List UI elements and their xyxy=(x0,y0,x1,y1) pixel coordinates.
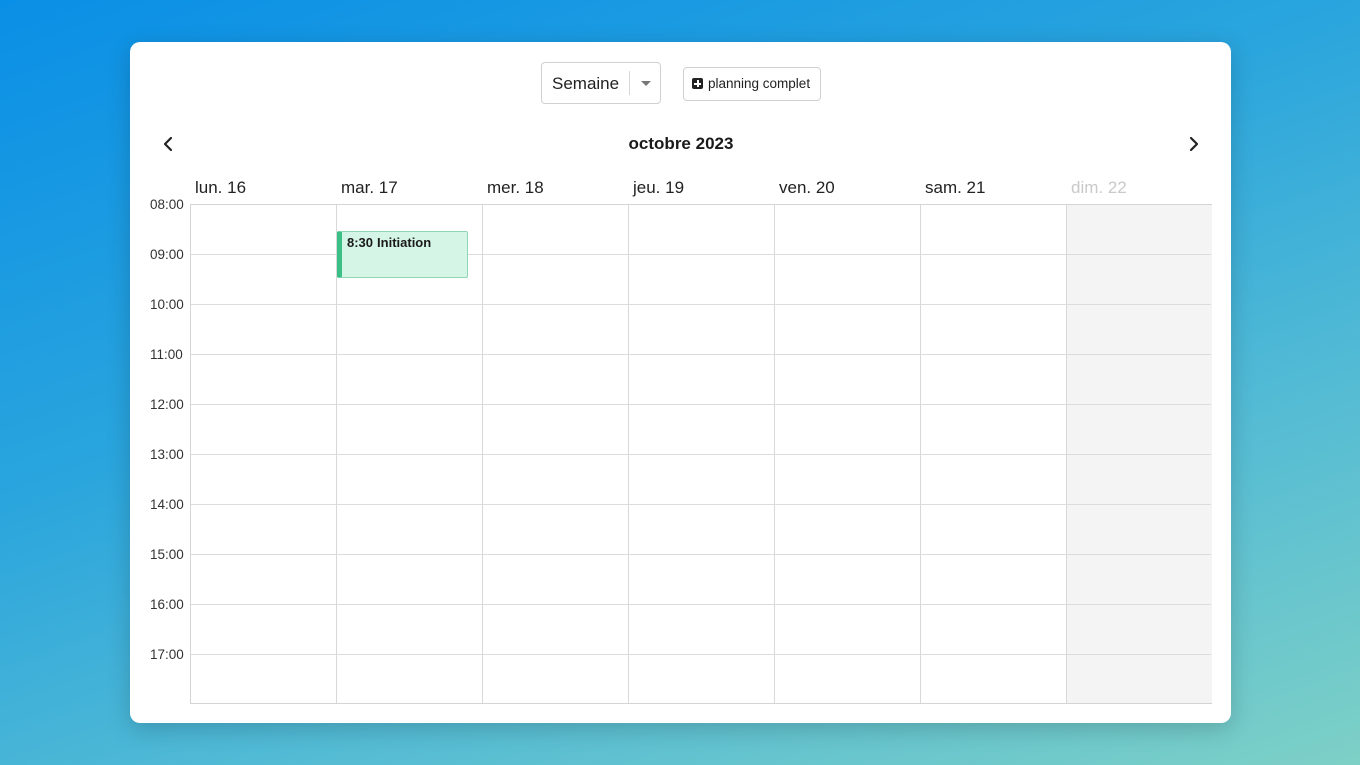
day-header-fri: ven. 20 xyxy=(779,178,835,197)
event-text: 8:30 Initiation xyxy=(347,235,431,250)
hour-line xyxy=(191,404,1211,405)
time-label: 08:00 xyxy=(150,197,184,212)
day-header-mon: lun. 16 xyxy=(195,178,247,197)
time-label: 12:00 xyxy=(150,397,184,412)
time-label: 09:00 xyxy=(150,247,184,262)
month-title: octobre 2023 xyxy=(628,134,734,153)
time-label: 11:00 xyxy=(150,347,183,362)
plus-square-icon xyxy=(692,78,703,89)
hour-line xyxy=(191,654,1211,655)
time-label: 14:00 xyxy=(150,497,184,512)
hour-line xyxy=(191,504,1211,505)
hour-line xyxy=(191,304,1211,305)
chevron-left-icon[interactable] xyxy=(158,134,178,154)
time-label: 13:00 xyxy=(150,447,184,462)
day-header-wed: mer. 18 xyxy=(487,178,544,197)
day-header-thu: jeu. 19 xyxy=(633,178,685,197)
chevron-right-icon[interactable] xyxy=(1184,134,1204,154)
chevron-down-icon[interactable] xyxy=(641,81,651,86)
hour-line xyxy=(191,554,1211,555)
day-header-tue: mar. 17 xyxy=(341,178,398,197)
hour-line xyxy=(191,454,1211,455)
time-label: 10:00 xyxy=(150,297,184,312)
hour-line xyxy=(191,604,1211,605)
day-header-sat: sam. 21 xyxy=(925,178,986,197)
view-select-value: Semaine xyxy=(552,74,620,93)
hour-line xyxy=(191,354,1211,355)
time-label: 15:00 xyxy=(150,547,184,562)
calendar-event[interactable]: 8:30 Initiation xyxy=(337,231,468,278)
view-select-separator xyxy=(629,71,630,95)
time-label: 16:00 xyxy=(150,597,184,612)
view-select[interactable]: Semaine xyxy=(541,62,661,104)
time-label: 17:00 xyxy=(150,647,184,662)
week-grid[interactable] xyxy=(190,204,1212,704)
event-time: 8:30 xyxy=(347,235,374,250)
calendar-card: Semaine planning complet octobre 2023 lu… xyxy=(130,42,1231,723)
event-title: Initiation xyxy=(377,235,432,250)
full-planning-label: planning complet xyxy=(708,76,811,91)
day-header-sun: dim. 22 xyxy=(1071,178,1127,197)
full-planning-button[interactable]: planning complet xyxy=(683,67,821,101)
